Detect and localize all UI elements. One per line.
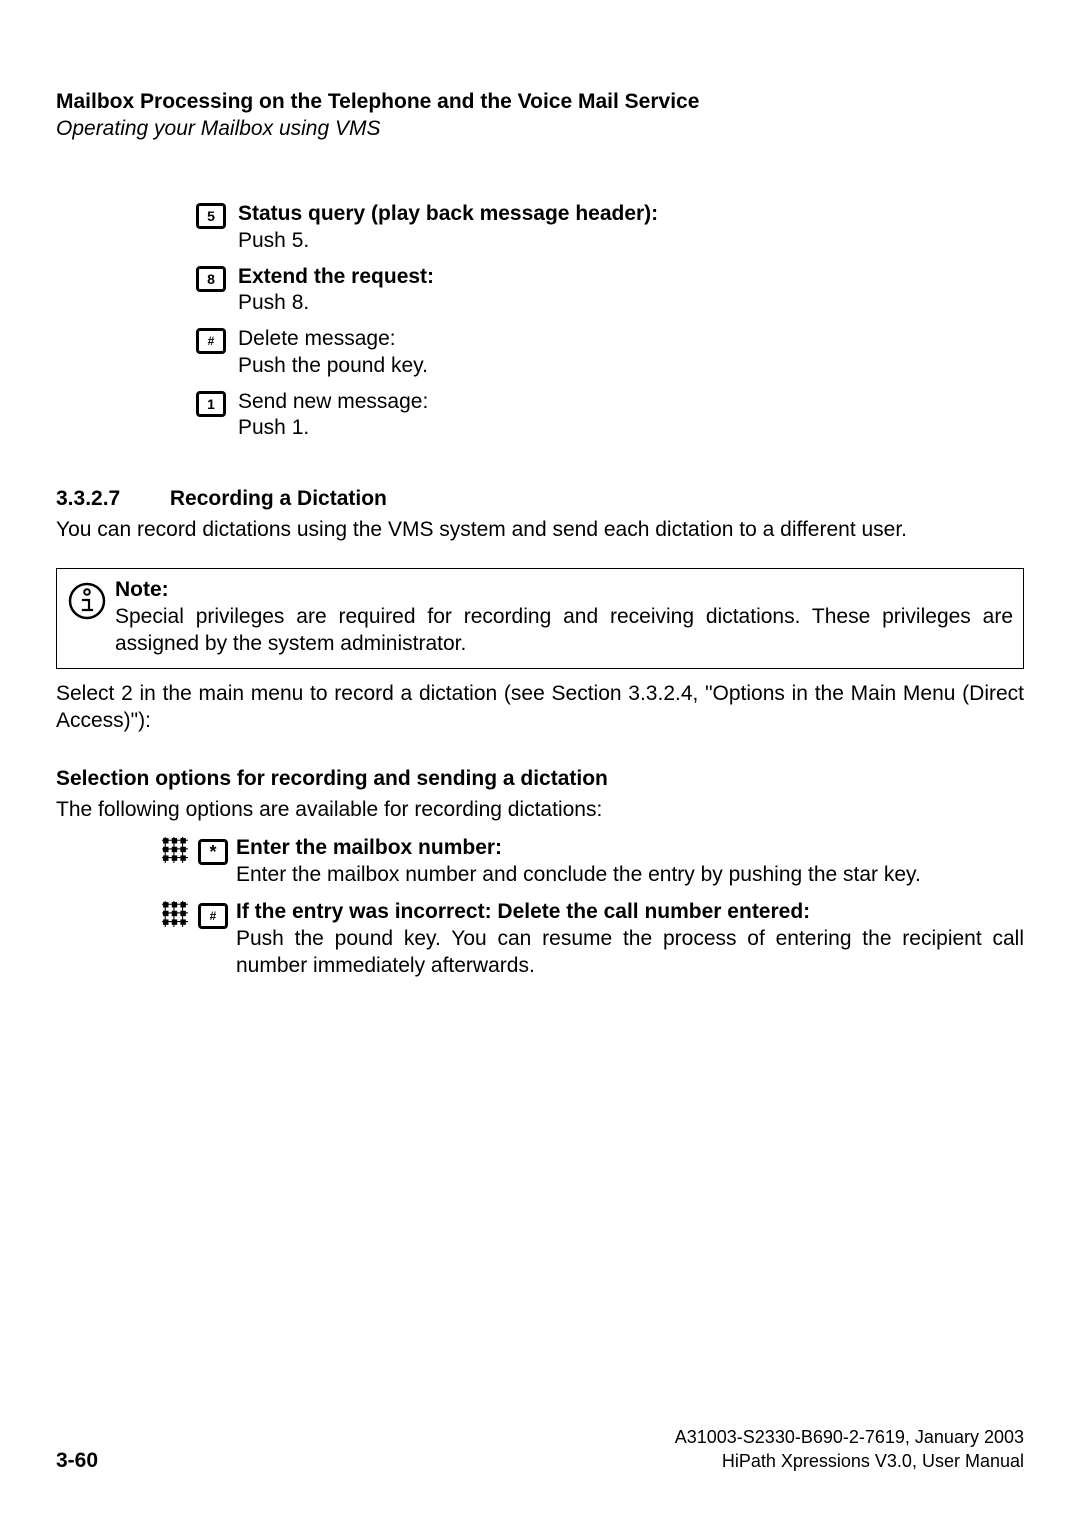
step-row: # Delete message: Push the pound key. [56,326,1024,379]
keypad-icon [162,837,188,868]
keycap-col: # [56,326,238,354]
section-intro: You can record dictations using the VMS … [56,517,1024,544]
keycap-1-icon: 1 [196,391,226,417]
options-heading: Selection options for recording and send… [56,767,1024,791]
note-box: Note: Special privileges are required fo… [56,568,1024,669]
note-body: Special privileges are required for reco… [115,605,1013,655]
step-row: 5 Status query (play back message header… [56,201,1024,254]
option-text: Enter the mailbox number: Enter the mail… [236,835,1024,889]
header-title: Mailbox Processing on the Telephone and … [56,88,1024,115]
option-label: If the entry was incorrect: Delete the c… [236,900,810,923]
option-row: # If the entry was incorrect: Delete the… [56,899,1024,980]
after-note-para: Select 2 in the main menu to record a di… [56,681,1024,735]
section-heading: 3.3.2.7 Recording a Dictation [56,487,1024,511]
keycap-5-icon: 5 [196,203,226,229]
keycap-star-icon: * [198,839,228,865]
footer-product: HiPath Xpressions V3.0, User Manual [675,1450,1024,1473]
step-list: 5 Status query (play back message header… [56,201,1024,441]
section-number: 3.3.2.7 [56,487,164,511]
step-row: 8 Extend the request: Push 8. [56,264,1024,317]
step-text: Delete message: Push the pound key. [238,326,1024,379]
step-desc: Delete message: Push the pound key. [238,327,428,376]
note-heading: Note: [115,578,169,601]
keypad-col [56,899,198,932]
step-text: Status query (play back message header):… [238,201,1024,254]
info-icon [67,581,115,626]
header-subtitle: Operating your Mailbox using VMS [56,117,1024,141]
keypad-col [56,835,198,868]
step-desc: Push 8. [238,291,309,314]
footer-meta: A31003-S2330-B690-2-7619, January 2003 H… [675,1426,1024,1473]
option-text: If the entry was incorrect: Delete the c… [236,899,1024,980]
keycap-hash-icon: # [196,328,226,354]
step-desc: Send new message: Push 1. [238,390,428,439]
step-text: Send new message: Push 1. [238,389,1024,442]
step-desc: Push 5. [238,229,309,252]
page-footer: 3-60 A31003-S2330-B690-2-7619, January 2… [56,1426,1024,1473]
option-desc: Enter the mailbox number and conclude th… [236,863,921,886]
option-desc: Push the pound key. You can resume the p… [236,927,1024,977]
page-number: 3-60 [56,1449,98,1473]
option-row: * Enter the mailbox number: Enter the ma… [56,835,1024,889]
keycap-hash-icon: # [198,903,228,929]
options-intro: The following options are available for … [56,797,1024,824]
keycap-col: * [198,835,236,865]
step-text: Extend the request: Push 8. [238,264,1024,317]
page: Mailbox Processing on the Telephone and … [0,0,1080,1529]
options-list: * Enter the mailbox number: Enter the ma… [56,835,1024,979]
step-row: 1 Send new message: Push 1. [56,389,1024,442]
keypad-icon [162,901,188,932]
option-label: Enter the mailbox number: [236,836,502,859]
step-label: Extend the request: [238,265,434,288]
step-label: Status query (play back message header): [238,202,658,225]
keycap-col: 5 [56,201,238,229]
page-header: Mailbox Processing on the Telephone and … [56,88,1024,141]
keycap-col: 1 [56,389,238,417]
note-text: Note: Special privileges are required fo… [115,577,1013,658]
keycap-col: 8 [56,264,238,292]
section-title: Recording a Dictation [170,487,387,510]
footer-doc-id: A31003-S2330-B690-2-7619, January 2003 [675,1426,1024,1449]
keycap-col: # [198,899,236,929]
keycap-8-icon: 8 [196,266,226,292]
